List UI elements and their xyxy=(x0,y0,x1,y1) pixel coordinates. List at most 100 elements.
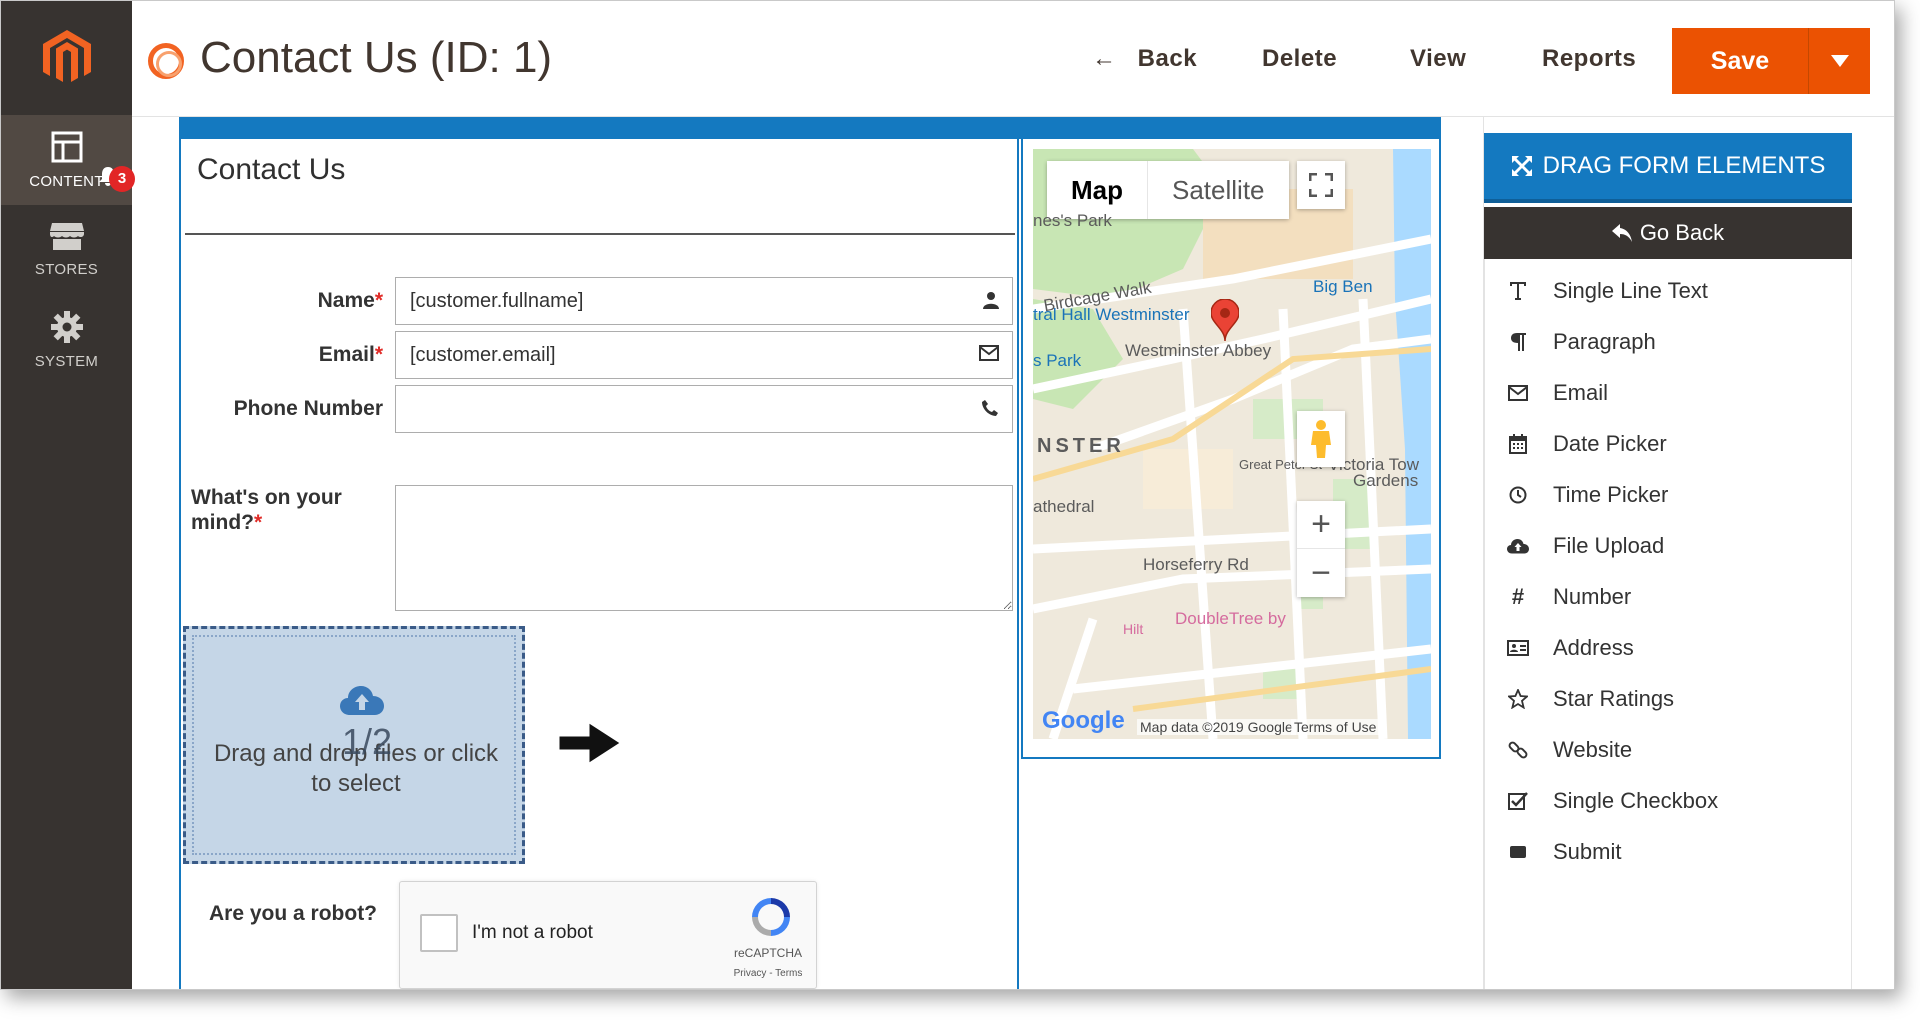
plus-icon: + xyxy=(1311,505,1331,543)
tab-satellite[interactable]: Satellite xyxy=(1147,161,1289,219)
sidebar-item-content[interactable]: CONTENT xyxy=(1,115,132,205)
layout-icon xyxy=(51,131,82,163)
map-label-park: nes's Park xyxy=(1033,211,1112,230)
panel-title: DRAG FORM ELEMENTS xyxy=(1542,152,1826,179)
recaptcha-text: I'm not a robot xyxy=(472,922,593,943)
form-heading: Contact Us xyxy=(197,153,346,186)
list-item-file-upload[interactable]: File Upload xyxy=(1505,526,1835,566)
fullscreen-button[interactable] xyxy=(1297,161,1345,209)
list-item-label: Number xyxy=(1553,584,1632,609)
email-label-text: Email xyxy=(318,343,375,366)
mind-label: What's on your mind?* xyxy=(191,485,371,535)
robot-label: Are you a robot? xyxy=(209,902,378,925)
list-item-label: Star Ratings xyxy=(1553,686,1675,711)
mind-label-text: What's on your mind? xyxy=(191,486,342,534)
list-item-paragraph[interactable]: Paragraph xyxy=(1505,322,1835,362)
map-pin-icon xyxy=(1211,299,1239,341)
text-icon xyxy=(1505,279,1531,303)
email-field[interactable] xyxy=(395,331,1013,379)
hash-icon: # xyxy=(1511,584,1525,609)
notification-badge: 3 xyxy=(109,166,135,192)
page-indicator: 1/2 xyxy=(342,721,393,762)
list-item-label: Address xyxy=(1553,635,1634,660)
required-marker: * xyxy=(254,511,263,534)
name-label-wrap: Name* xyxy=(181,289,383,319)
gear-icon xyxy=(50,311,83,343)
cloud-upload-icon xyxy=(340,686,384,715)
list-item-time-picker[interactable]: Time Picker xyxy=(1505,475,1835,515)
magento-logo[interactable] xyxy=(1,1,132,115)
envelope-icon xyxy=(1505,381,1531,405)
list-item-address[interactable]: Address xyxy=(1505,628,1835,668)
delete-button[interactable]: Delete xyxy=(1262,45,1337,73)
cloud-upload-icon xyxy=(1505,534,1531,558)
go-back-button[interactable]: Go Back xyxy=(1484,207,1852,259)
envelope-icon xyxy=(979,345,999,361)
recaptcha-checkbox[interactable] xyxy=(420,914,458,952)
reply-icon xyxy=(1611,224,1632,242)
google-map[interactable]: Map Satellite nes's Park Birdcage Walk B… xyxy=(1033,149,1431,739)
name-field-wrap xyxy=(395,277,1013,325)
required-marker: * xyxy=(374,343,383,366)
arrow-left-icon: ← xyxy=(1092,45,1117,72)
recaptcha-links[interactable]: Privacy - Terms xyxy=(728,968,808,979)
phone-field-wrap xyxy=(395,385,1013,433)
name-field[interactable] xyxy=(395,277,1013,325)
sidebar-item-system[interactable]: SYSTEM xyxy=(1,311,132,381)
minus-icon: − xyxy=(1311,553,1331,592)
list-item-date-picker[interactable]: Date Picker xyxy=(1505,424,1835,464)
sidebar-item-stores[interactable]: STORES xyxy=(1,221,132,291)
list-item-website[interactable]: Website xyxy=(1505,730,1835,770)
star-icon xyxy=(1505,687,1531,711)
list-item-number[interactable]: # Number xyxy=(1505,577,1835,617)
page-header: Contact Us (ID: 1) ← Back Delete View Re… xyxy=(132,1,1894,117)
magento-logo-icon xyxy=(42,30,91,82)
sidebar-item-label: SYSTEM xyxy=(34,353,99,370)
reports-button[interactable]: Reports xyxy=(1542,45,1636,73)
map-label-horseferry: Horseferry Rd xyxy=(1143,555,1249,574)
save-button[interactable]: Save xyxy=(1672,28,1808,94)
pegman-icon xyxy=(1311,420,1331,458)
list-item-label: Time Picker xyxy=(1553,482,1669,507)
address-card-icon xyxy=(1505,636,1531,660)
map-label-bigben: Big Ben xyxy=(1313,277,1373,296)
name-label: Name* xyxy=(318,289,383,313)
clock-icon xyxy=(1505,483,1531,507)
list-item-label: File Upload xyxy=(1553,533,1665,558)
zoom-out-button[interactable]: − xyxy=(1297,549,1345,597)
list-item-label: Single Line Text xyxy=(1553,278,1708,303)
form-elements-panel: DRAG FORM ELEMENTS Go Back Single Line T… xyxy=(1483,117,1871,989)
phone-field[interactable] xyxy=(395,385,1013,433)
admin-sidebar: CONTENT 3 STORES SYSTEM xyxy=(1,1,135,989)
phone-label-wrap: Phone Number xyxy=(181,397,383,427)
map-label-doubletree: DoubleTree by xyxy=(1175,609,1286,628)
phone-icon xyxy=(982,400,998,416)
list-item-email[interactable]: Email xyxy=(1505,373,1835,413)
recaptcha-brand: reCAPTCHA xyxy=(733,946,802,960)
list-item-star-ratings[interactable]: Star Ratings xyxy=(1505,679,1835,719)
canvas-top-bar xyxy=(179,117,1441,139)
map-terms-link[interactable]: Terms of Use xyxy=(1291,719,1380,735)
view-button[interactable]: View xyxy=(1410,45,1466,73)
go-back-label: Go Back xyxy=(1639,220,1725,245)
map-attribution: Map data ©2019 Google xyxy=(1137,719,1296,735)
street-view-pegman[interactable] xyxy=(1297,411,1345,467)
link-icon xyxy=(1505,738,1531,762)
drag-arrow-icon xyxy=(556,718,625,768)
map-label-hilt: Hilt xyxy=(1123,621,1144,637)
list-item-single-line-text[interactable]: Single Line Text xyxy=(1505,271,1835,311)
list-item-single-checkbox[interactable]: Single Checkbox xyxy=(1505,781,1835,821)
list-item-submit[interactable]: Submit xyxy=(1505,832,1835,872)
message-textarea[interactable] xyxy=(395,485,1013,611)
save-options-toggle[interactable] xyxy=(1808,28,1870,94)
sidebar-item-label: STORES xyxy=(34,261,99,278)
user-icon xyxy=(983,292,999,309)
google-logo: Google xyxy=(1042,707,1125,734)
zoom-in-button[interactable]: + xyxy=(1297,501,1345,549)
store-icon xyxy=(49,223,84,250)
map-label-nster: NSTER xyxy=(1037,435,1125,457)
back-button[interactable]: ← Back xyxy=(1092,45,1197,73)
list-item-label: Website xyxy=(1553,737,1633,762)
page-title: Contact Us (ID: 1) xyxy=(200,33,553,82)
file-dropzone[interactable]: Drag and drop files or click to select 1… xyxy=(183,626,525,864)
